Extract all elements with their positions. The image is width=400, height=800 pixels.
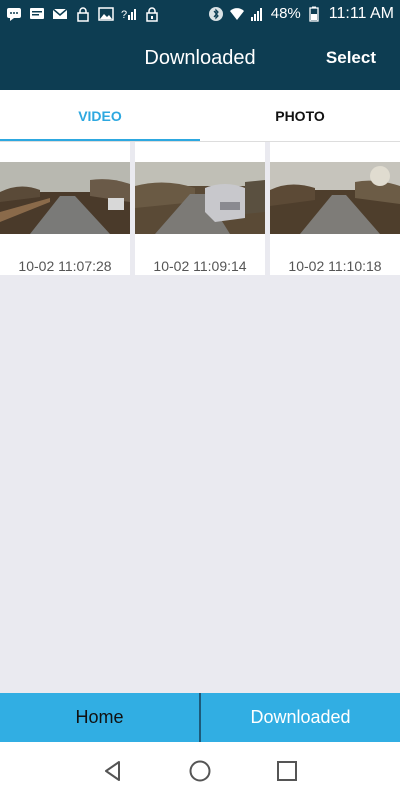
battery-icon — [306, 6, 322, 22]
battery-percent: 48% — [270, 5, 301, 22]
clock: 11:11 AM — [328, 4, 394, 22]
system-status: 48% 11:11 AM — [208, 5, 394, 23]
select-button[interactable]: Select — [326, 48, 376, 68]
video-item[interactable]: 10-02 11:07:28 — [0, 142, 130, 275]
signal-question-icon: ? — [121, 6, 137, 22]
lock-icon — [75, 6, 91, 22]
video-timestamp: 10-02 11:09:14 — [153, 258, 247, 274]
bottom-nav: Home Downloaded — [0, 693, 400, 742]
video-timestamp: 10-02 11:07:28 — [18, 258, 112, 274]
message-icon — [29, 6, 45, 22]
video-item[interactable]: 10-02 11:10:18 — [270, 142, 400, 275]
video-thumbnail — [270, 162, 400, 234]
chat-icon — [6, 6, 22, 22]
nav-downloaded-button[interactable]: Downloaded — [201, 693, 400, 742]
home-icon[interactable] — [187, 758, 213, 784]
wifi-icon — [229, 6, 245, 22]
bluetooth-icon — [208, 6, 224, 22]
svg-text:?: ? — [121, 9, 127, 21]
app-bar: Downloaded Select — [0, 27, 400, 90]
back-icon[interactable] — [100, 758, 126, 784]
media-tabs: VIDEO PHOTO — [0, 90, 400, 142]
video-item[interactable]: 10-02 11:09:14 — [135, 142, 265, 275]
notification-icons: ? — [6, 6, 160, 22]
tab-photo[interactable]: PHOTO — [200, 90, 400, 141]
video-thumbnail — [135, 162, 265, 234]
recents-icon[interactable] — [274, 758, 300, 784]
lock-icon — [144, 6, 160, 22]
image-icon — [98, 6, 114, 22]
tab-video[interactable]: VIDEO — [0, 90, 200, 141]
status-bar: ? 48% 11:11 AM — [0, 0, 400, 27]
mail-icon — [52, 6, 68, 22]
video-grid: 10-02 11:07:28 10-02 11:09:14 10-02 11:1… — [0, 142, 400, 275]
video-thumbnail — [0, 162, 130, 234]
system-navigation — [0, 742, 400, 800]
nav-home-button[interactable]: Home — [0, 693, 201, 742]
signal-icon — [250, 6, 266, 22]
video-timestamp: 10-02 11:10:18 — [288, 258, 382, 274]
